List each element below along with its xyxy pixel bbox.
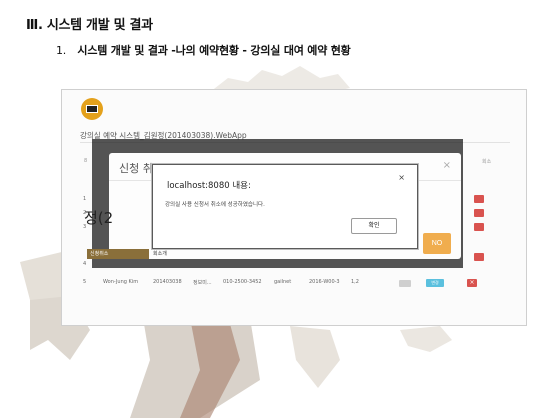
delete-button[interactable]: × (467, 279, 477, 287)
delete-button[interactable] (474, 223, 484, 231)
delete-button[interactable] (474, 195, 484, 203)
close-icon[interactable]: × (443, 160, 451, 171)
row-number: 1 (83, 196, 87, 202)
cancel-intro-text: 회소개 (153, 251, 167, 257)
delete-button[interactable] (474, 253, 484, 261)
cell-time: 1,2 (351, 279, 359, 285)
browser-alert: localhost:8080 내용: × 강의실 사용 신청서 취소에 성공하였… (152, 164, 418, 249)
background-heading: 정(2 (84, 209, 114, 227)
table-row: 5 Won-Jung Kim 201403038 정보미... 010-2500… (80, 276, 510, 288)
slide-title: Ⅲ. 시스템 개발 및 결과 (26, 18, 153, 33)
no-button[interactable]: NO (423, 233, 451, 254)
cancel-label: 신청취소 (87, 249, 149, 259)
ok-button[interactable]: 확인 (351, 218, 397, 234)
slide-subtitle: 1. 시스템 개발 및 결과 -나의 예약현황 - 강의실 대여 예약 현황 (56, 42, 351, 58)
alert-title: localhost:8080 내용: (167, 181, 251, 191)
close-icon[interactable]: × (398, 173, 405, 182)
cell-email: gailnet (274, 279, 292, 285)
cell-id: 201403038 (153, 279, 182, 285)
header-cell: 회소 (482, 159, 492, 165)
cell-dept: 정보미... (193, 280, 212, 286)
cell-date: 2016-W00-3 (309, 279, 340, 285)
modal-title: 신청 취 (119, 162, 153, 175)
delete-button[interactable] (474, 209, 484, 217)
subtitle-number: 1. (56, 44, 67, 57)
cell-name: Won-Jung Kim (103, 279, 139, 285)
row-number: 4 (83, 261, 87, 267)
app-logo-icon (81, 98, 103, 120)
alert-message: 강의실 사용 신청서 취소에 성공하였습니다. (165, 202, 265, 208)
edit-button[interactable]: 변경 (426, 279, 444, 287)
header-cell: 8 (84, 158, 88, 164)
print-icon[interactable] (399, 280, 411, 287)
subtitle-text: 시스템 개발 및 결과 -나의 예약현황 - 강의실 대여 예약 현황 (77, 44, 351, 57)
cell-phone: 010-2500-3452 (223, 279, 262, 285)
row-number: 5 (83, 279, 87, 285)
